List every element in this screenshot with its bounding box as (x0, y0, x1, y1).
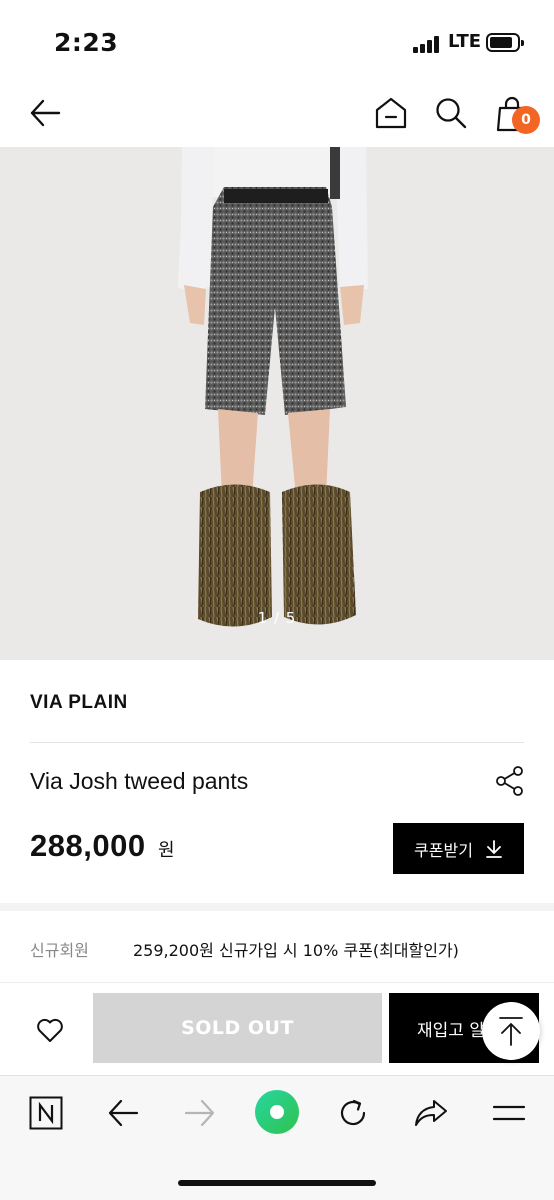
coupon-button-label: 쿠폰받기 (414, 840, 473, 860)
share-arrow-icon (415, 1100, 447, 1126)
signal-icon (413, 35, 443, 53)
member-benefit-label: 신규회원 (30, 941, 89, 960)
wishlist-button[interactable] (30, 1012, 70, 1048)
home-indicator[interactable] (178, 1180, 376, 1186)
heart-icon (37, 1018, 63, 1042)
share-icon (496, 766, 523, 796)
price-unit: 원 (158, 840, 175, 861)
sold-out-button[interactable]: SOLD OUT (93, 993, 382, 1063)
browser-forward-button[interactable] (178, 1091, 222, 1135)
product-name: Via Josh tweed pants (30, 768, 249, 794)
section-separator (0, 903, 554, 911)
menu-button[interactable] (487, 1091, 531, 1135)
share-button[interactable] (494, 765, 526, 797)
refresh-button[interactable] (331, 1091, 375, 1135)
back-icon (108, 1099, 139, 1127)
product-image[interactable] (0, 147, 554, 660)
divider (0, 982, 554, 983)
member-benefit-text: 259,200원 신규가입 시 10% 쿠폰(최대할인가) (133, 941, 459, 960)
back-button[interactable] (24, 92, 66, 134)
download-icon (486, 839, 502, 858)
browser-back-button[interactable] (101, 1091, 145, 1135)
product-photo (0, 147, 554, 660)
gallery-counter: 1 / 5 (257, 609, 297, 627)
scroll-to-top-button[interactable] (482, 1002, 540, 1060)
naver-home-button[interactable] (24, 1091, 68, 1135)
brand-name[interactable]: VIA PLAIN (30, 692, 128, 714)
green-dot-icon (255, 1090, 299, 1134)
refresh-icon (340, 1099, 366, 1126)
back-arrow-icon (30, 99, 61, 127)
naver-n-icon (29, 1096, 63, 1130)
search-button[interactable] (430, 92, 472, 134)
search-icon (436, 98, 467, 129)
network-label: LTE (448, 31, 482, 52)
top-nav (0, 84, 554, 144)
browser-share-button[interactable] (409, 1091, 453, 1135)
arrow-up-icon (499, 1017, 523, 1046)
status-time: 2:23 (54, 28, 119, 57)
menu-icon (492, 1105, 526, 1121)
battery-icon (486, 33, 524, 52)
divider (30, 742, 524, 743)
home-button[interactable] (370, 92, 412, 134)
forward-icon (184, 1099, 215, 1127)
green-dot-button[interactable] (253, 1088, 301, 1136)
price: 288,000 (30, 828, 146, 863)
coupon-button[interactable]: 쿠폰받기 (393, 823, 524, 874)
status-bar: 2:23 LTE (0, 0, 554, 84)
cart-count-badge: 0 (512, 106, 540, 134)
home-icon (375, 97, 407, 129)
